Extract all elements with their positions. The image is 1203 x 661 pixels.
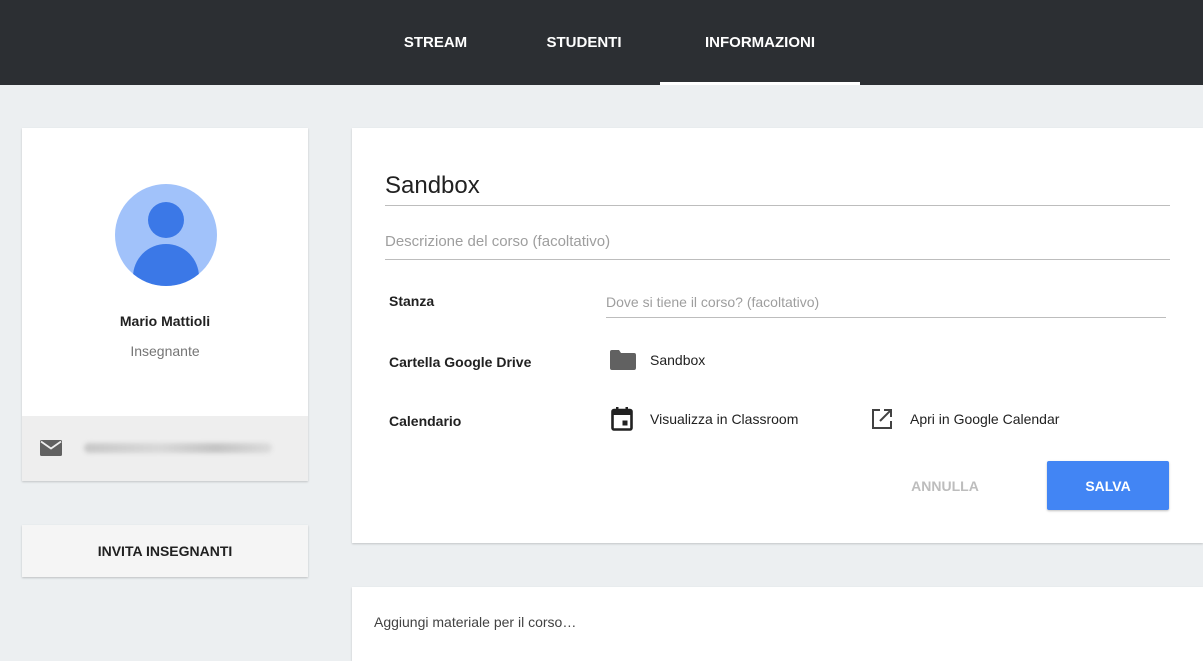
teacher-email-row[interactable]: [22, 416, 308, 481]
drive-folder-label: Cartella Google Drive: [389, 354, 532, 370]
calendar-label: Calendario: [389, 413, 462, 429]
tab-stream[interactable]: STREAM: [383, 0, 488, 85]
top-navigation-bar: STREAM STUDENTI INFORMAZIONI: [0, 0, 1203, 85]
tab-studenti[interactable]: STUDENTI: [520, 0, 648, 85]
cancel-label: ANNULLA: [911, 477, 979, 494]
tab-label: STREAM: [403, 34, 468, 51]
open-in-google-calendar-link[interactable]: Apri in Google Calendar: [910, 411, 1059, 427]
room-input[interactable]: Dove si tiene il corso? (facoltativo): [606, 286, 1166, 318]
invite-teachers-button[interactable]: INVITA INSEGNANTI: [22, 525, 308, 577]
course-title-input[interactable]: Sandbox: [385, 166, 1170, 206]
course-description-input[interactable]: Descrizione del corso (facoltativo): [385, 224, 1170, 260]
add-material-card[interactable]: Aggiungi materiale per il corso…: [352, 587, 1203, 661]
person-icon: [115, 184, 217, 286]
save-button[interactable]: SALVA: [1047, 461, 1169, 510]
tab-label: INFORMAZIONI: [705, 34, 815, 51]
tab-informazioni[interactable]: INFORMAZIONI: [660, 0, 860, 85]
teacher-name: Mario Mattioli: [119, 313, 211, 329]
tab-label: STUDENTI: [546, 34, 622, 51]
blurred-email: [84, 443, 272, 453]
add-material-input[interactable]: Aggiungi materiale per il corso…: [374, 614, 576, 630]
save-label: SALVA: [1085, 477, 1131, 494]
room-label: Stanza: [389, 293, 435, 309]
course-info-card: Sandbox Descrizione del corso (facoltati…: [352, 128, 1203, 543]
cancel-button[interactable]: ANNULLA: [890, 461, 1000, 510]
mail-icon: [40, 440, 62, 456]
view-in-classroom-link[interactable]: Visualizza in Classroom: [650, 411, 798, 427]
drive-folder-link[interactable]: Sandbox: [650, 352, 705, 368]
calendar-icon: [611, 407, 633, 431]
teacher-profile-card: Mario Mattioli Insegnante: [22, 128, 308, 481]
invite-teachers-label: INVITA INSEGNANTI: [97, 543, 233, 559]
folder-icon: [610, 350, 636, 370]
open-in-new-icon: [872, 409, 892, 429]
teacher-role: Insegnante: [130, 343, 200, 359]
